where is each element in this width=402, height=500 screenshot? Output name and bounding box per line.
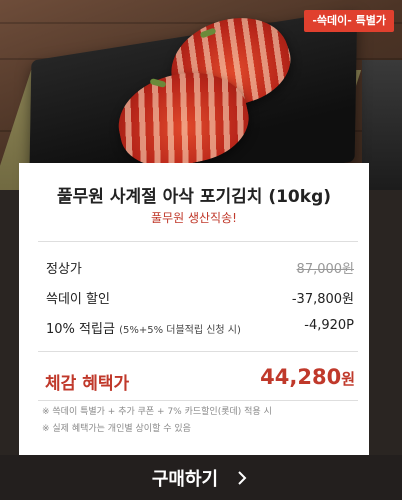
- buy-button[interactable]: 구매하기: [0, 455, 402, 500]
- footnote: ※ 쓱데이 특별가 + 추가 쿠폰 + 7% 카드할인(롯데) 적용 시: [42, 407, 272, 417]
- price-card: 풀무원 사계절 아삭 포기김치 (10kg) 풀무원 생산직송! 정상가 87,…: [19, 163, 369, 455]
- special-price-badge: -쓱데이- 특별가: [304, 10, 394, 32]
- chevron-right-icon: [238, 470, 247, 485]
- total-amount: 44,280: [260, 365, 342, 389]
- buy-button-label: 구매하기: [151, 468, 219, 490]
- divider: [38, 241, 358, 242]
- price-value: 87,000원: [296, 262, 354, 277]
- price-row-points: 10% 적립금 (5%+5% 더블적립 신청 시) -4,920P: [46, 318, 354, 337]
- points-note: (5%+5% 더블적립 신청 시): [119, 325, 241, 336]
- price-value: -37,800원: [291, 292, 354, 307]
- total-label: 체감 혜택가: [45, 374, 130, 394]
- price-label: 쓱데이 할인: [46, 292, 110, 307]
- footnote: ※ 실제 혜택가는 개인별 상이할 수 있음: [42, 424, 191, 434]
- points-label: 10% 적립금: [46, 322, 115, 337]
- price-value: -4,920P: [304, 318, 354, 333]
- divider: [38, 400, 358, 401]
- price-row-discount: 쓱데이 할인 -37,800원: [46, 288, 354, 307]
- price-label: 10% 적립금 (5%+5% 더블적립 신청 시): [46, 318, 241, 337]
- total-unit: 원: [341, 370, 355, 388]
- product-title: 풀무원 사계절 아삭 포기김치 (10kg): [56, 187, 332, 207]
- divider: [38, 351, 358, 352]
- product-subtitle: 풀무원 생산직송!: [151, 211, 237, 225]
- price-label: 정상가: [46, 262, 82, 277]
- price-row-regular: 정상가 87,000원: [46, 258, 354, 277]
- total-price: 44,280원: [260, 365, 355, 389]
